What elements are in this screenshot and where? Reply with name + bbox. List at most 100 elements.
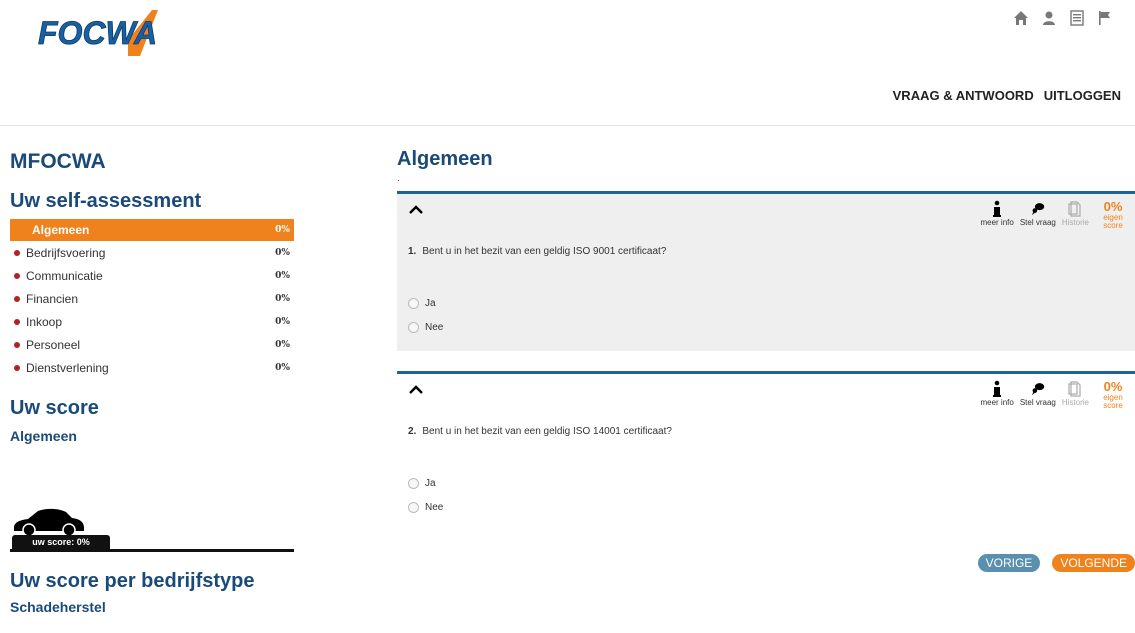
category-item-bedrijfsvoering[interactable]: Bedrijfsvoering 0% <box>10 241 294 264</box>
sidebar: MFOCWA Uw self-assessment Algemeen 0% Be… <box>10 150 294 615</box>
category-pct: 0% <box>275 293 290 304</box>
question-tools: meer info Stel vraag Historie 0% eigen s… <box>980 380 1127 410</box>
meer-info-button[interactable]: meer info <box>980 200 1014 227</box>
bullet-icon <box>14 364 20 371</box>
eigen-score: 0% eigen score <box>1099 380 1127 410</box>
question-label: Bent u in het bezit van een geldig ISO 9… <box>422 246 667 257</box>
category-item-inkoop[interactable]: Inkoop 0% <box>10 310 294 333</box>
question-text: 2. Bent u in het bezit van een geldig ISO… <box>408 426 672 437</box>
category-label: Communicatie <box>26 268 103 283</box>
answer-options: Ja Nee <box>408 298 443 346</box>
question-label: Bent u in het bezit van een geldig ISO 1… <box>422 426 672 437</box>
top-nav: VRAAG & ANTWOORD UITLOGGEN <box>893 88 1121 103</box>
answer-options: Ja Nee <box>408 478 443 526</box>
option-ja[interactable]: Ja <box>408 478 443 489</box>
question-number: 2. <box>408 426 417 437</box>
eigen-score-value: 0% <box>1103 379 1123 394</box>
pager: VORIGE VOLGENDE <box>977 554 1135 572</box>
page-title: Algemeen <box>397 148 493 170</box>
bullet-icon <box>14 249 20 256</box>
chat-icon <box>1031 203 1045 216</box>
category-pct: 0% <box>275 339 290 350</box>
option-label: Nee <box>425 502 444 513</box>
bullet-icon <box>14 295 20 302</box>
eigen-score-label: eigen score <box>1103 213 1123 230</box>
category-label: Financien <box>26 291 79 306</box>
flag-icon[interactable] <box>1097 10 1113 26</box>
header-divider <box>0 125 1135 126</box>
stel-vraag-button[interactable]: Stel vraag <box>1020 380 1056 407</box>
bullet-icon <box>14 272 20 279</box>
question-tools: meer info Stel vraag Historie 0% eigen s… <box>980 200 1127 230</box>
document-icon <box>1068 201 1082 217</box>
bullet-icon <box>14 318 20 325</box>
option-label: Ja <box>425 298 436 309</box>
option-ja[interactable]: Ja <box>408 298 443 309</box>
category-list: Algemeen 0% Bedrijfsvoering 0% Communica… <box>10 219 294 379</box>
user-icon[interactable] <box>1041 10 1057 26</box>
category-pct: 0% <box>275 270 290 281</box>
nav-vraag-antwoord[interactable]: VRAAG & ANTWOORD <box>893 88 1034 103</box>
radio-button[interactable] <box>408 478 419 489</box>
category-item-algemeen[interactable]: Algemeen 0% <box>10 219 294 241</box>
focwa-logo[interactable]: FOCWA <box>36 10 166 56</box>
question-card: meer info Stel vraag Historie 0% eigen s… <box>397 191 1135 351</box>
score-subtitle: Algemeen <box>10 428 77 444</box>
list-icon[interactable] <box>1069 10 1085 26</box>
main-content: Algemeen . meer info Stel vraag Historie… <box>397 148 1135 531</box>
vorige-button[interactable]: VORIGE <box>977 554 1041 572</box>
bedrijfstype-subtitle: Schadeherstel <box>10 599 106 615</box>
category-label: Dienstverlening <box>26 360 109 375</box>
chevron-up-icon[interactable] <box>409 204 423 214</box>
eigen-score-label: eigen score <box>1103 393 1123 410</box>
document-icon <box>1068 381 1082 397</box>
category-pct: 0% <box>275 316 290 327</box>
tool-label: Historie <box>1061 398 1089 407</box>
category-item-dienstverlening[interactable]: Dienstverlening 0% <box>10 356 294 379</box>
chat-icon <box>1031 383 1045 396</box>
radio-button[interactable] <box>408 298 419 309</box>
historie-button[interactable]: Historie <box>1062 380 1089 407</box>
category-pct: 0% <box>275 362 290 373</box>
nav-uitloggen[interactable]: UITLOGGEN <box>1044 88 1121 103</box>
option-nee[interactable]: Nee <box>408 322 443 333</box>
question-text: 1. Bent u in het bezit van een geldig ISO… <box>408 246 666 257</box>
category-label: Personeel <box>26 337 81 352</box>
category-label: Algemeen <box>32 223 90 237</box>
category-item-communicatie[interactable]: Communicatie 0% <box>10 264 294 287</box>
category-label: Inkoop <box>26 314 63 329</box>
eigen-score: 0% eigen score <box>1099 200 1127 230</box>
historie-button[interactable]: Historie <box>1062 200 1089 227</box>
tool-label: Stel vraag <box>1019 218 1056 227</box>
score-meter: uw score: 0% <box>10 506 294 556</box>
tool-label: meer info <box>980 398 1014 407</box>
car-icon <box>14 508 84 536</box>
radio-button[interactable] <box>408 502 419 513</box>
category-pct: 0% <box>275 225 290 235</box>
sidebar-title: MFOCWA <box>10 150 106 173</box>
bullet-icon <box>14 341 20 348</box>
svg-text:FOCWA: FOCWA <box>38 15 157 51</box>
option-label: Ja <box>425 478 436 489</box>
question-number: 1. <box>408 246 417 257</box>
bedrijfstype-title: Uw score per bedrijfstype <box>10 570 255 592</box>
score-label: uw score: 0% <box>12 535 110 549</box>
question-card: meer info Stel vraag Historie 0% eigen s… <box>397 371 1135 531</box>
meer-info-button[interactable]: meer info <box>980 380 1014 407</box>
category-pct: 0% <box>275 247 290 258</box>
tool-label: meer info <box>980 218 1014 227</box>
category-item-financien[interactable]: Financien 0% <box>10 287 294 310</box>
volgende-button[interactable]: VOLGENDE <box>1052 554 1135 572</box>
stel-vraag-button[interactable]: Stel vraag <box>1020 200 1056 227</box>
score-track <box>10 549 294 552</box>
option-nee[interactable]: Nee <box>408 502 443 513</box>
category-item-personeel[interactable]: Personeel 0% <box>10 333 294 356</box>
radio-button[interactable] <box>408 322 419 333</box>
category-label: Bedrijfsvoering <box>26 245 106 260</box>
score-title: Uw score <box>10 397 99 419</box>
top-icon-bar <box>1013 10 1113 26</box>
assessment-title: Uw self-assessment <box>10 190 202 212</box>
tool-label: Stel vraag <box>1019 398 1056 407</box>
home-icon[interactable] <box>1013 10 1029 26</box>
chevron-up-icon[interactable] <box>409 384 423 394</box>
